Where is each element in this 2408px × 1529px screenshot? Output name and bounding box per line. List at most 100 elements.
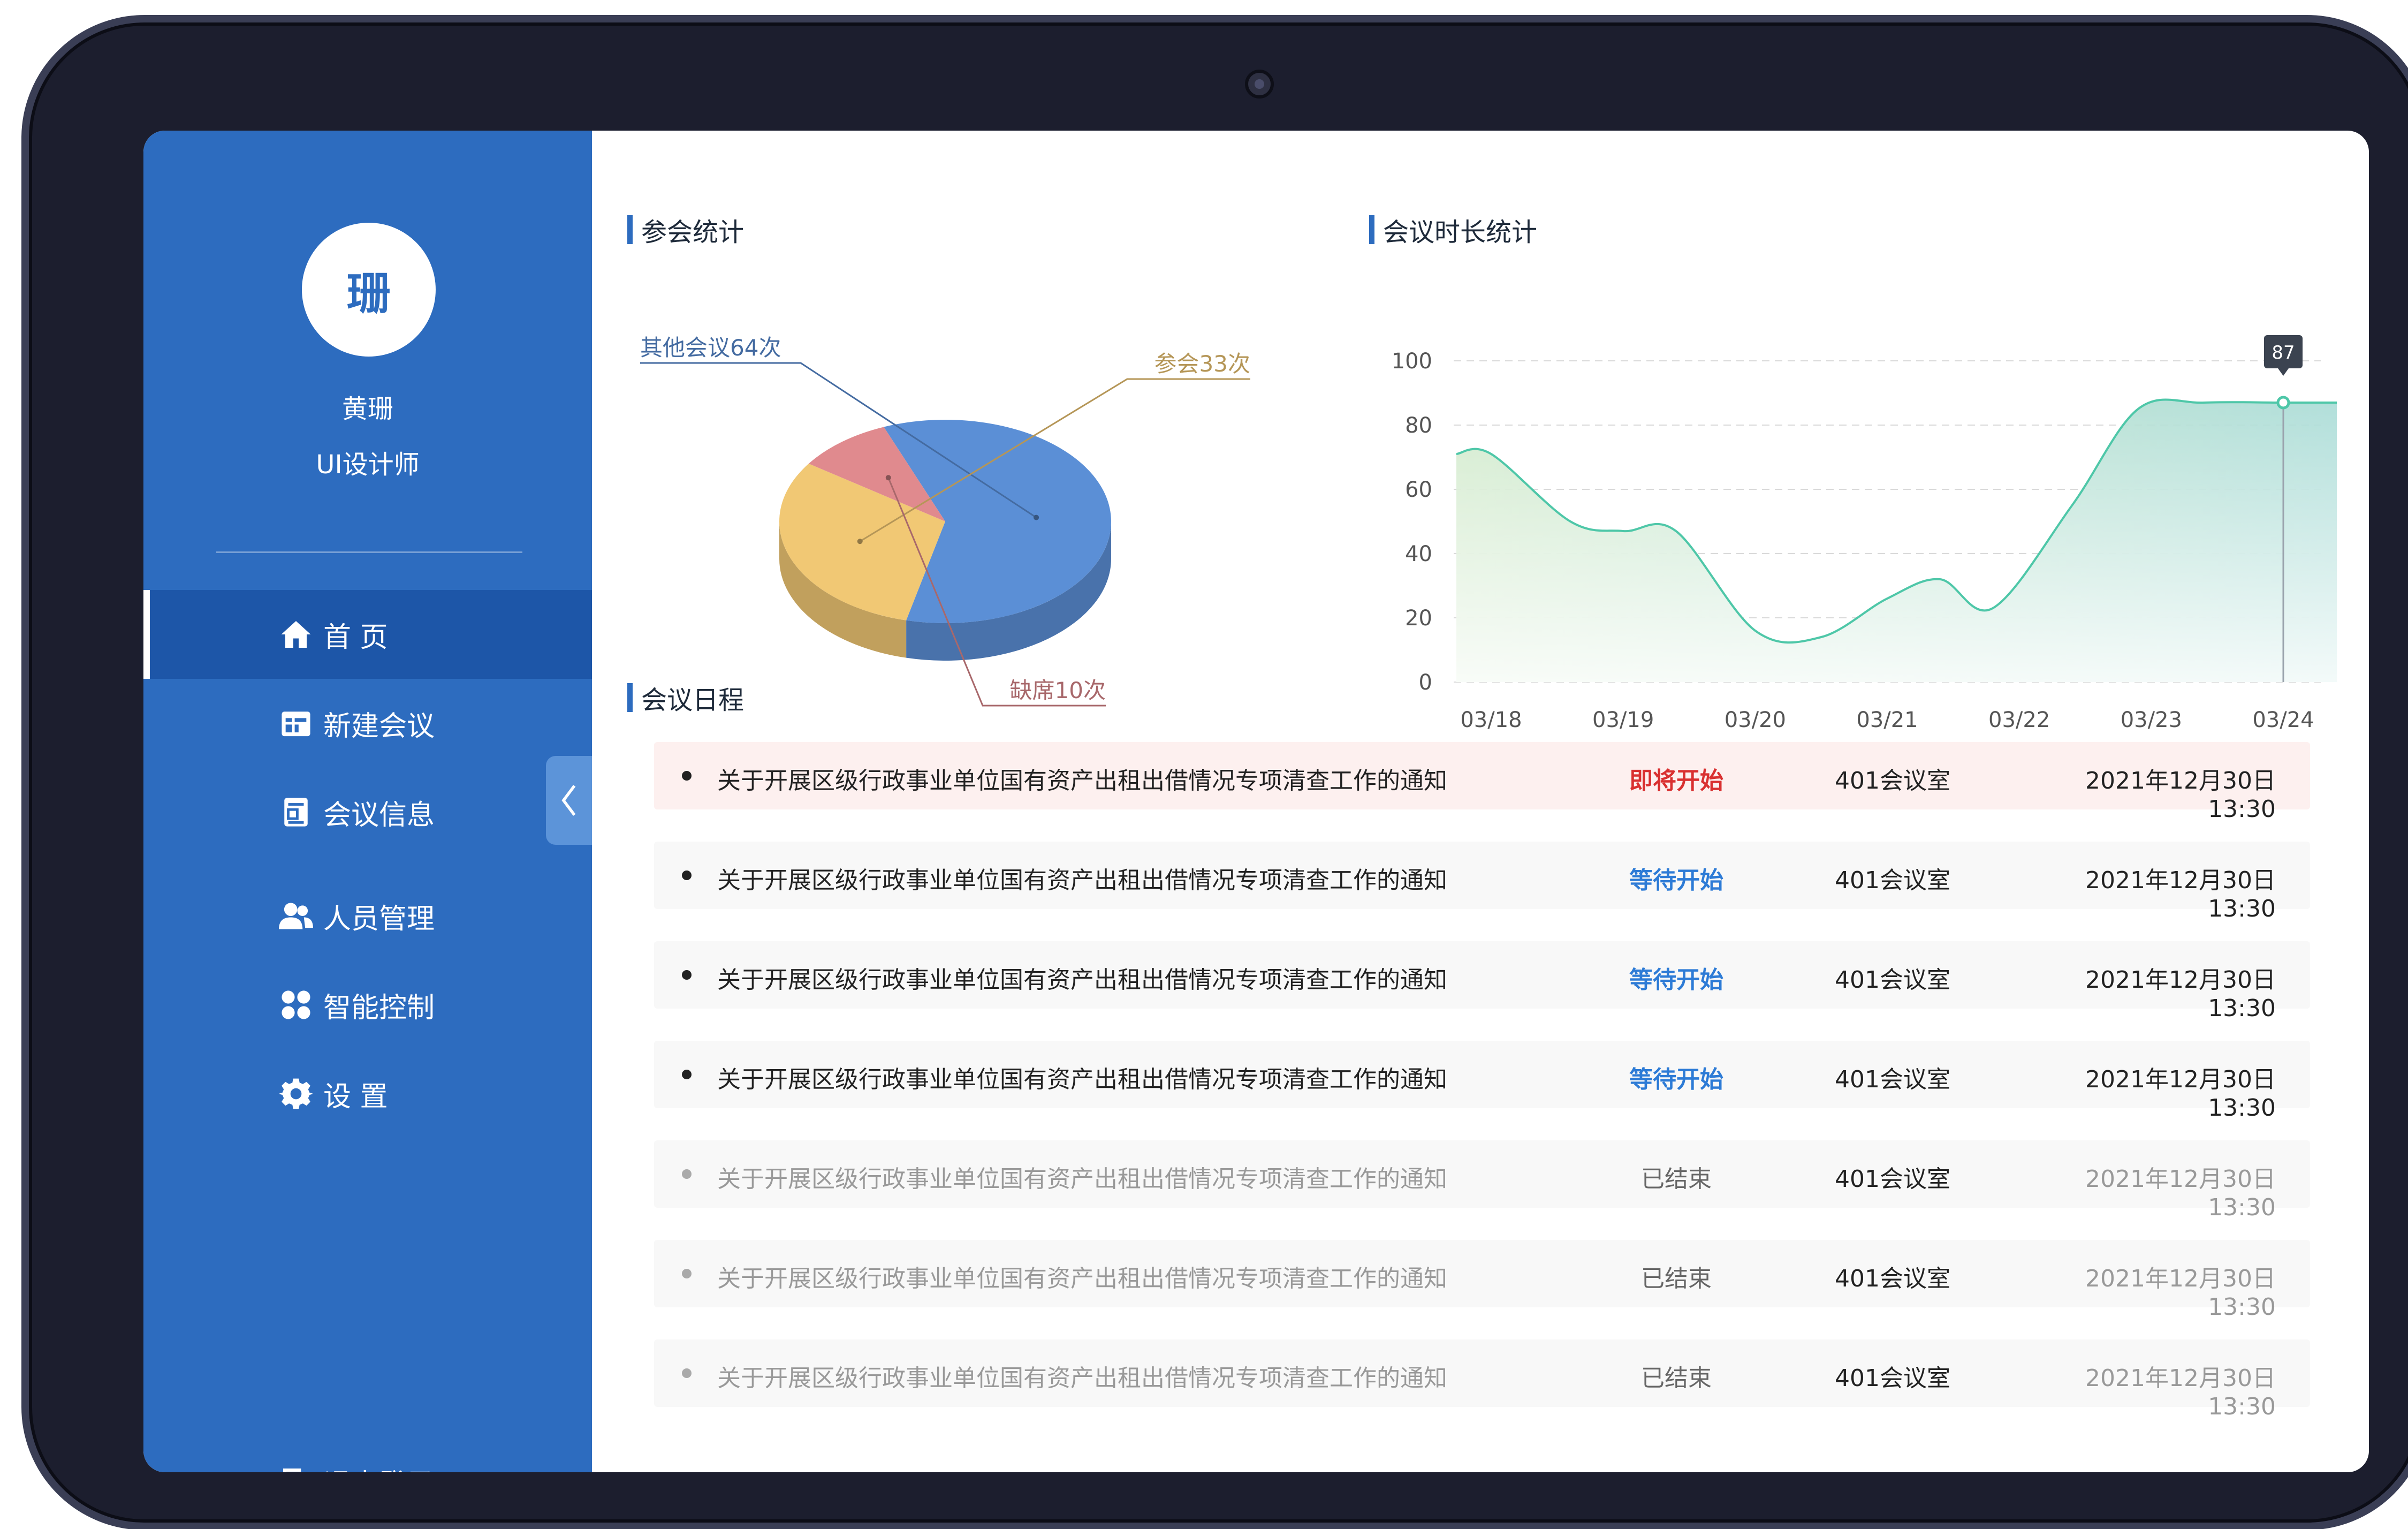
tablet-device: 珊 黄珊 UI设计师 首 页 新建会议 会议信息 人员管理 智能控制 设 置 参… [21, 15, 2408, 1529]
nav-label: 新建会议 [323, 710, 435, 743]
nav-label: 人员管理 [323, 903, 435, 935]
x-tick-label: 03/21 [1856, 708, 1918, 732]
sidebar: 珊 黄珊 UI设计师 首 页 新建会议 会议信息 人员管理 智能控制 设 置 [143, 131, 592, 1472]
schedule-row[interactable]: 关于开展区级行政事业单位国有资产出租出借情况专项清查工作的通知 等待开始 401会议… [654, 941, 2310, 1022]
bullet-dot [682, 871, 692, 880]
meeting-time: 2021年12月30日 13:30 [2085, 966, 2276, 1022]
meeting-title: 关于开展区级行政事业单位国有资产出租出借情况专项清查工作的通知 [717, 1365, 1447, 1392]
bullet-dot [682, 1070, 692, 1079]
attendance-pie-chart: 其他会议64次参会33次缺席10次 [640, 335, 1250, 707]
meeting-status: 已结束 [1641, 1265, 1712, 1292]
pie-leader-dot [885, 475, 891, 481]
section-title-text: 会议日程 [641, 685, 745, 715]
pie-label: 缺席10次 [1010, 677, 1106, 703]
duration-area-chart: 0 20 40 60 80 100 03/18 03/19 03/20 03/21 03/22 03/… [1392, 335, 2337, 732]
logout-label: 退出登录 [323, 1462, 435, 1473]
sidebar-collapse-button[interactable] [546, 756, 592, 845]
meeting-status: 等待开始 [1629, 966, 1723, 994]
camera-icon [1245, 70, 1274, 99]
y-tick-label: 60 [1405, 478, 1432, 502]
pie-label: 参会33次 [1154, 351, 1250, 377]
bullet-dot [682, 1368, 692, 1378]
schedule-row[interactable]: 关于开展区级行政事业单位国有资产出租出借情况专项清查工作的通知 已结束 401会议室… [654, 1339, 2310, 1420]
x-tick-label: 03/20 [1725, 708, 1786, 732]
meeting-room: 401会议室 [1835, 1265, 1950, 1292]
meeting-time: 2021年12月30日 13:30 [2085, 1165, 2276, 1221]
meeting-info-icon [278, 794, 314, 830]
app-screen: 珊 黄珊 UI设计师 首 页 新建会议 会议信息 人员管理 智能控制 设 置 参… [143, 131, 2369, 1472]
x-tick-label: 03/18 [1460, 708, 1522, 732]
pie-label: 其他会议64次 [640, 335, 781, 361]
section-title-text: 会议时长统计 [1383, 217, 1538, 247]
bullet-dot [682, 1269, 692, 1278]
schedule-title: 会议日程 [627, 679, 744, 716]
bullet-dot [682, 771, 692, 781]
meeting-status: 等待开始 [1629, 1066, 1723, 1093]
highlight-point[interactable] [2276, 396, 2290, 410]
meeting-title: 关于开展区级行政事业单位国有资产出租出借情况专项清查工作的通知 [717, 767, 1447, 794]
tooltip-value: 87 [2272, 342, 2295, 364]
meeting-title: 关于开展区级行政事业单位国有资产出租出借情况专项清查工作的通知 [717, 867, 1447, 894]
nav-item-smart-control[interactable]: 智能控制 [143, 960, 592, 1049]
user-name: 黄珊 [341, 394, 393, 424]
meeting-room: 401会议室 [1835, 867, 1950, 894]
nav-item-meeting-info[interactable]: 会议信息 [143, 768, 592, 857]
meeting-status: 已结束 [1641, 1165, 1712, 1193]
nav-label: 首 页 [323, 621, 388, 654]
bullet-dot [682, 1169, 692, 1179]
people-icon [278, 898, 314, 934]
user-role: UI设计师 [316, 450, 420, 480]
smart-control-icon [278, 987, 314, 1023]
nav-item-people[interactable]: 人员管理 [143, 872, 592, 960]
x-tick-label: 03/24 [2252, 708, 2314, 732]
chevron-left-icon [561, 785, 576, 816]
x-tick-label: 03/19 [1592, 708, 1654, 732]
pie-leader-dot [1034, 514, 1039, 520]
schedule-row[interactable]: 关于开展区级行政事业单位国有资产出租出借情况专项清查工作的通知 即将开始 401会议… [654, 742, 2310, 823]
meeting-title: 关于开展区级行政事业单位国有资产出租出借情况专项清查工作的通知 [717, 1066, 1447, 1093]
y-tick-label: 0 [1419, 670, 1432, 695]
meeting-room: 401会议室 [1835, 767, 1950, 794]
nav-item-settings[interactable]: 设 置 [143, 1049, 592, 1138]
schedule-row[interactable]: 关于开展区级行政事业单位国有资产出租出借情况专项清查工作的通知 已结束 401会议室… [654, 1240, 2310, 1321]
y-tick-label: 80 [1405, 413, 1432, 438]
duration-title: 会议时长统计 [1369, 211, 1537, 248]
meeting-time: 2021年12月30日 13:30 [2085, 1265, 2276, 1321]
section-title-text: 参会统计 [641, 217, 745, 247]
nav-label: 智能控制 [323, 991, 435, 1024]
meeting-room: 401会议室 [1835, 1365, 1950, 1392]
bullet-dot [682, 970, 692, 980]
meeting-time: 2021年12月30日 13:30 [2085, 767, 2276, 823]
meeting-title: 关于开展区级行政事业单位国有资产出租出借情况专项清查工作的通知 [717, 1265, 1447, 1292]
schedule-row[interactable]: 关于开展区级行政事业单位国有资产出租出借情况专项清查工作的通知 已结束 401会议室… [654, 1140, 2310, 1221]
nav-label: 会议信息 [323, 799, 435, 831]
nav-label: 设 置 [323, 1080, 388, 1113]
new-meeting-icon [278, 706, 314, 741]
x-tick-label: 03/23 [2121, 708, 2182, 732]
area-fade [1456, 399, 2337, 682]
schedule-row[interactable]: 关于开展区级行政事业单位国有资产出租出借情况专项清查工作的通知 等待开始 401会议… [654, 1041, 2310, 1122]
meeting-room: 401会议室 [1835, 1165, 1950, 1193]
meeting-status: 已结束 [1641, 1365, 1712, 1392]
nav-item-new-meeting[interactable]: 新建会议 [143, 679, 592, 768]
avatar[interactable]: 珊 [302, 223, 436, 357]
meeting-time: 2021年12月30日 13:30 [2085, 1066, 2276, 1122]
meeting-room: 401会议室 [1835, 966, 1950, 994]
meeting-title: 关于开展区级行政事业单位国有资产出租出借情况专项清查工作的通知 [717, 966, 1447, 994]
meeting-title: 关于开展区级行政事业单位国有资产出租出借情况专项清查工作的通知 [717, 1165, 1447, 1193]
logout-icon [278, 1464, 314, 1472]
main-content: 参会统计 其他会议64次 参会33次 缺席10次 会议时长统计 0 20 40 60 80 1… [592, 131, 2369, 1472]
logout-button[interactable]: 退出登录 [143, 1437, 592, 1472]
x-tick-label: 03/22 [1988, 708, 2050, 732]
schedule-row[interactable]: 关于开展区级行政事业单位国有资产出租出借情况专项清查工作的通知 等待开始 401会议… [654, 842, 2310, 922]
pie-leader-dot [857, 539, 863, 544]
y-tick-label: 40 [1405, 542, 1432, 566]
meeting-status: 即将开始 [1629, 767, 1723, 794]
gear-icon [278, 1076, 314, 1111]
nav-item-home[interactable]: 首 页 [143, 590, 592, 679]
meeting-room: 401会议室 [1835, 1066, 1950, 1093]
attendance-title: 参会统计 [627, 211, 744, 248]
y-tick-label: 20 [1405, 606, 1432, 631]
meeting-status: 等待开始 [1629, 867, 1723, 894]
meeting-time: 2021年12月30日 13:30 [2085, 867, 2276, 922]
